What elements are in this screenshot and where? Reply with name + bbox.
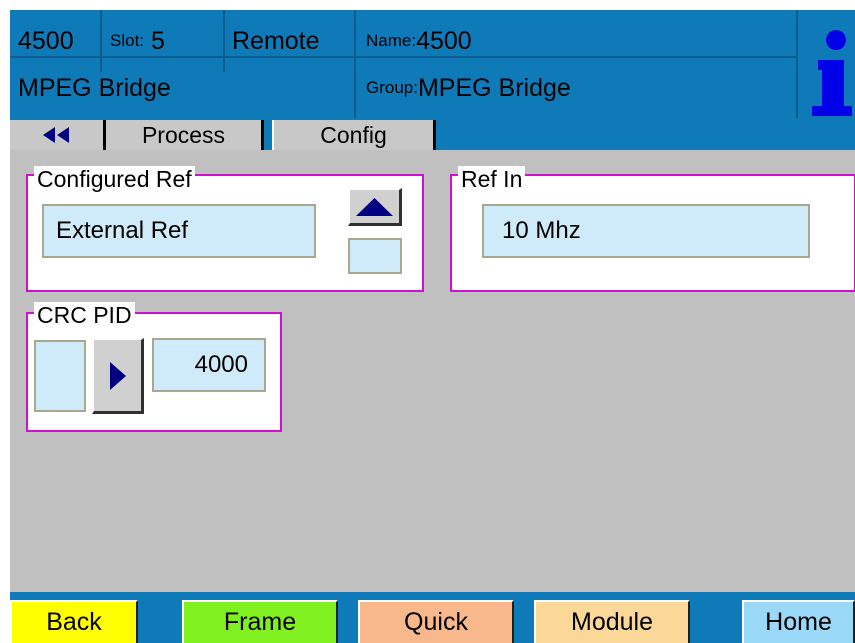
info-icon[interactable] <box>806 22 854 118</box>
divider <box>223 10 225 72</box>
tab-back-button[interactable] <box>10 120 106 150</box>
configured-ref-up-button[interactable] <box>348 188 402 226</box>
tab-config[interactable]: Config <box>272 120 436 150</box>
slot-value: 5 <box>150 26 165 55</box>
tab-process[interactable]: Process <box>106 120 264 150</box>
device-screen: 4500 Slot: 5 Remote Name: 4500 MPEG Bridg… <box>0 0 855 643</box>
configured-ref-indicator <box>348 238 402 274</box>
name-value: 4500 <box>416 26 472 55</box>
tab-bar: Process Config <box>10 118 855 150</box>
slot-label: Slot: <box>110 31 145 50</box>
name-label: Name: <box>366 31 417 50</box>
ref-in-label: Ref In <box>458 166 526 192</box>
crc-pid-label: CRC PID <box>34 302 135 328</box>
group-label: Group: <box>366 78 418 97</box>
right-arrow-icon <box>110 362 126 390</box>
product-name: MPEG Bridge <box>18 73 171 102</box>
up-arrow-icon <box>356 198 393 216</box>
frame-button[interactable]: Frame <box>182 600 338 643</box>
divider <box>796 10 798 118</box>
configured-ref-label: Configured Ref <box>34 166 195 192</box>
status-header: 4500 Slot: 5 Remote Name: 4500 MPEG Bridg… <box>10 10 855 118</box>
quick-button[interactable]: Quick <box>358 600 514 643</box>
home-button[interactable]: Home <box>742 600 855 643</box>
group-info: Group: MPEG Bridge <box>366 58 571 118</box>
crc-pid-indicator <box>34 340 86 412</box>
back-button[interactable]: Back <box>10 600 138 643</box>
ref-in-field: 10 Mhz <box>482 204 810 258</box>
configured-ref-field[interactable]: External Ref <box>42 204 316 258</box>
crc-pid-value-field[interactable]: 4000 <box>152 338 266 392</box>
double-left-arrow-icon <box>42 127 69 143</box>
group-value: MPEG Bridge <box>417 73 571 102</box>
divider <box>354 58 356 118</box>
crc-pid-arrow-button[interactable] <box>92 338 144 414</box>
mode-status: Remote <box>232 26 320 55</box>
module-button[interactable]: Module <box>534 600 690 643</box>
content-panel: Configured Ref External Ref Ref In 10 Mh… <box>10 150 855 592</box>
bottom-nav: Back Frame Quick Module Home <box>10 592 855 643</box>
